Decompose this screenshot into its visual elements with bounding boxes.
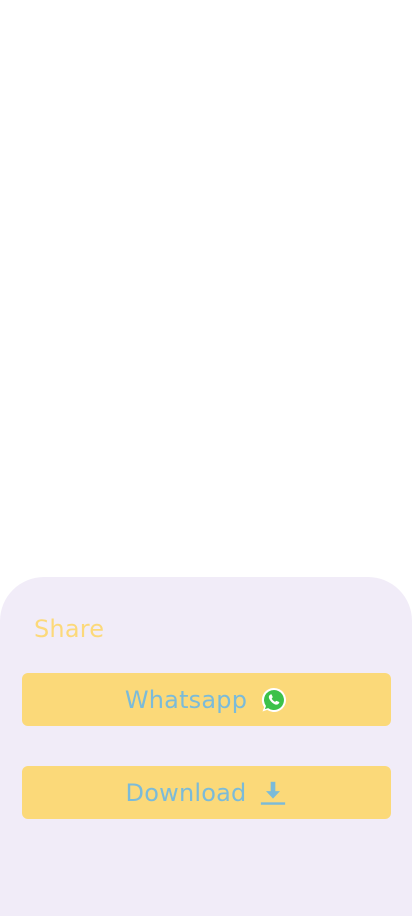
whatsapp-button-label: Whatsapp xyxy=(124,685,248,714)
screen: Share Whatsapp Download xyxy=(0,0,412,916)
share-title: Share xyxy=(34,615,105,643)
download-icon xyxy=(259,779,287,807)
whatsapp-icon xyxy=(260,686,288,714)
download-button-label: Download xyxy=(125,778,247,807)
download-button[interactable]: Download xyxy=(22,766,391,819)
whatsapp-share-button[interactable]: Whatsapp xyxy=(22,673,391,726)
